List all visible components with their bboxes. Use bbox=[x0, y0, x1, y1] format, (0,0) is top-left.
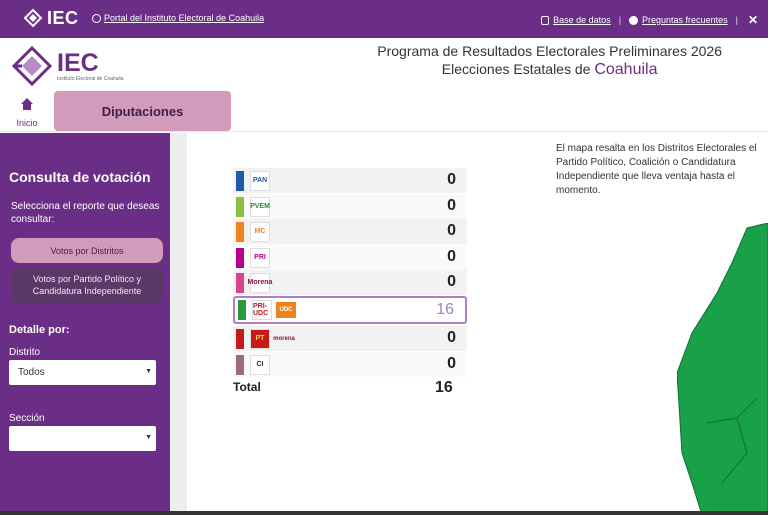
pri-logo-icon: PRI-UDC bbox=[252, 300, 272, 320]
portal-link-label: Portal del Instituto Electoral de Coahui… bbox=[104, 13, 265, 23]
votes-value: 0 bbox=[447, 222, 456, 239]
sidebar-heading: Consulta de votación bbox=[9, 169, 151, 185]
topbar-logo[interactable]: IEC bbox=[22, 7, 79, 29]
pan-logo-icon: PAN bbox=[250, 170, 270, 191]
title-line-2: Elecciones Estatales de Coahuila bbox=[377, 61, 722, 79]
result-row-mc[interactable]: MC 0 bbox=[233, 219, 467, 244]
result-row-morena[interactable]: Morena 0 bbox=[233, 270, 467, 295]
iec-logo-text: IEC bbox=[57, 49, 99, 77]
total-value: 16 bbox=[435, 379, 453, 396]
votes-value: 0 bbox=[447, 248, 456, 265]
iec-logo-icon bbox=[12, 46, 52, 86]
total-label: Total bbox=[233, 380, 261, 394]
title-line-1: Programa de Resultados Electorales Preli… bbox=[377, 43, 722, 59]
votes-by-district-button[interactable]: Votos por Distritos bbox=[11, 238, 163, 263]
votes-value: 0 bbox=[447, 273, 456, 290]
coahuila-map[interactable] bbox=[677, 223, 768, 515]
iec-logo-subtext: Instituto Electoral de Coahuila bbox=[57, 76, 124, 82]
map-description: El mapa resalta en los Distritos Elector… bbox=[556, 143, 757, 196]
home-label: Inicio bbox=[16, 118, 38, 128]
page-title: Programa de Resultados Electorales Preli… bbox=[377, 43, 722, 79]
result-row-ci[interactable]: CI 0 bbox=[233, 352, 467, 377]
votes-value: 0 bbox=[447, 171, 456, 188]
result-row-pri[interactable]: PRI 0 bbox=[233, 245, 467, 270]
tab-diputaciones[interactable]: Diputaciones bbox=[54, 91, 231, 131]
pri-logo-icon: PRI bbox=[250, 247, 270, 268]
result-row-pan[interactable]: PAN 0 bbox=[233, 168, 467, 193]
separator: | bbox=[618, 15, 622, 25]
sidebar-hint: Selecciona el reporte que deseas consult… bbox=[11, 201, 160, 225]
iec-logo-mark-icon bbox=[23, 8, 43, 28]
morena-logo-icon: morena bbox=[273, 335, 295, 342]
question-icon bbox=[629, 15, 639, 25]
content-gutter bbox=[170, 133, 187, 515]
mc-logo-icon: MC bbox=[250, 221, 270, 242]
morena-logo-icon: Morena bbox=[248, 272, 272, 293]
votes-value: 0 bbox=[447, 329, 456, 346]
title-state: Coahuila bbox=[594, 61, 658, 78]
top-links: Base de datos | Preguntas frecuentes | ✕ bbox=[541, 13, 758, 27]
district-label: Distrito bbox=[9, 347, 41, 358]
section-label: Sección bbox=[9, 413, 45, 424]
votes-value: 0 bbox=[447, 197, 456, 214]
title-line-2-text: Elecciones Estatales de bbox=[441, 61, 591, 77]
bottom-edge bbox=[0, 511, 768, 515]
portal-link[interactable]: Portal del Instituto Electoral de Coahui… bbox=[92, 13, 264, 23]
pvem-logo-icon: PVEM bbox=[250, 196, 270, 217]
chevron-down-icon: ▼ bbox=[145, 368, 152, 375]
party-color-bar bbox=[236, 354, 244, 375]
chevron-down-icon: ▼ bbox=[145, 434, 152, 441]
result-row-pt[interactable]: PT morena 0 bbox=[233, 326, 467, 351]
party-color-bar bbox=[236, 328, 244, 349]
votes-value: 0 bbox=[447, 355, 456, 372]
votes-by-party-button[interactable]: Votos por Partido Político y Candidatura… bbox=[11, 267, 163, 303]
result-row-pri-udc[interactable]: PRI-UDC UDC 16 bbox=[233, 296, 467, 324]
iec-logo[interactable]: IEC Instituto Electoral de Coahuila bbox=[12, 45, 124, 87]
party-color-bar bbox=[236, 170, 244, 191]
close-icon[interactable]: ✕ bbox=[748, 13, 758, 27]
section-select[interactable]: ▼ bbox=[9, 426, 156, 451]
database-link-label: Base de datos bbox=[553, 15, 611, 25]
ci-logo-icon: CI bbox=[250, 354, 270, 375]
separator: | bbox=[735, 15, 738, 25]
party-color-bar bbox=[236, 221, 244, 242]
pt-logo-icon: PT bbox=[250, 328, 270, 349]
topbar-logo-text: IEC bbox=[47, 7, 79, 28]
top-bar: IEC Portal del Instituto Electoral de Co… bbox=[0, 0, 768, 38]
results-panel: El mapa resalta en los Distritos Elector… bbox=[187, 133, 768, 515]
udc-logo-icon: UDC bbox=[276, 302, 296, 318]
database-link[interactable]: Base de datos bbox=[541, 15, 611, 25]
party-color-bar bbox=[236, 272, 244, 293]
globe-icon bbox=[92, 13, 101, 23]
faq-link-label: Preguntas frecuentes bbox=[642, 15, 728, 25]
result-row-pvem[interactable]: PVEM 0 bbox=[233, 194, 467, 219]
party-color-bar bbox=[236, 247, 244, 268]
district-select[interactable]: Todos ▼ bbox=[9, 360, 156, 385]
database-icon bbox=[541, 15, 550, 25]
home-icon bbox=[21, 98, 33, 110]
faq-link[interactable]: Preguntas frecuentes bbox=[629, 15, 728, 25]
party-color-bar bbox=[236, 196, 244, 217]
party-color-bar bbox=[238, 300, 246, 320]
home-button[interactable]: Inicio bbox=[12, 97, 42, 128]
votes-value: 16 bbox=[436, 301, 454, 318]
header: IEC Instituto Electoral de Coahuila Prog… bbox=[0, 38, 768, 92]
sidebar: Consulta de votación Selecciona el repor… bbox=[0, 133, 170, 515]
detail-label: Detalle por: bbox=[9, 324, 70, 336]
nav-bar: Inicio Diputaciones bbox=[0, 91, 768, 132]
district-select-value: Todos bbox=[18, 367, 45, 378]
